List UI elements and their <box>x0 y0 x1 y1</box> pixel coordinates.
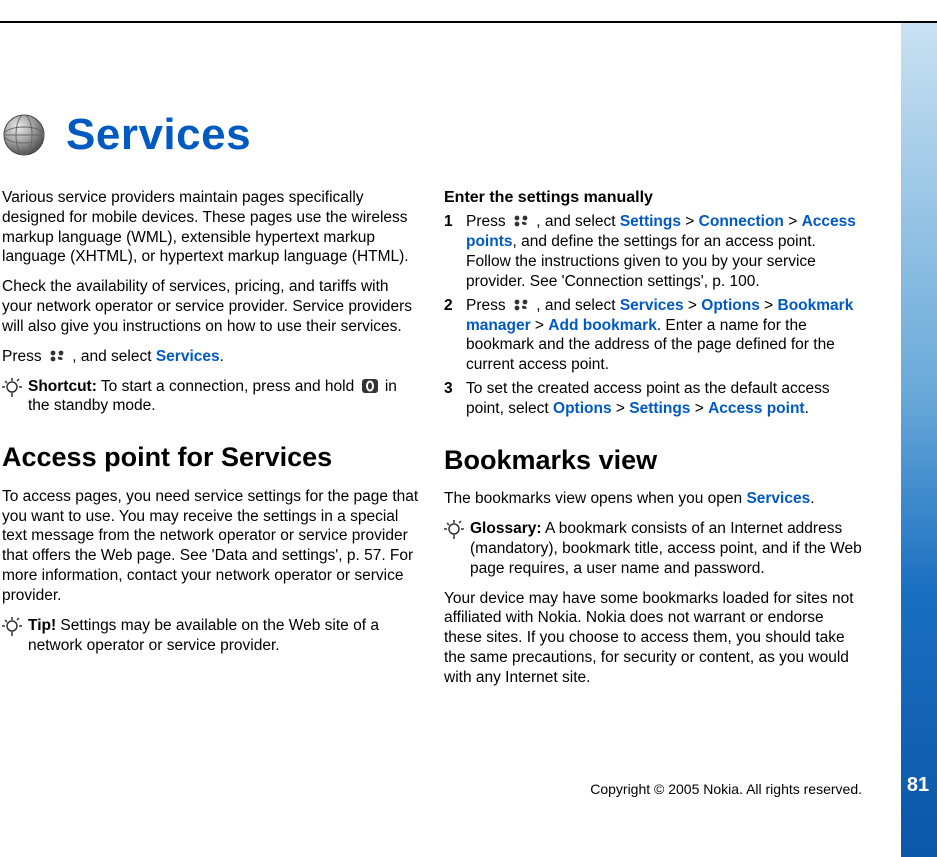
menu-key-icon <box>48 349 66 363</box>
intro-paragraph-2: Check the availability of services, pric… <box>2 277 420 336</box>
page: Services 81 Se <box>0 0 937 857</box>
access-paragraph: To access pages, you need service settin… <box>2 487 420 606</box>
settings-link: Settings <box>620 213 681 230</box>
services-link: Services <box>620 297 684 314</box>
step-2: 2 Press , and select Services > Options … <box>444 296 862 375</box>
text: Press <box>466 297 510 314</box>
manual-steps-list: 1 Press , and select Settings > Connecti… <box>444 212 862 418</box>
tip-label: Tip! <box>28 617 56 634</box>
press-instruction: Press , and select Services. <box>2 347 420 367</box>
body-columns: Various service providers maintain pages… <box>2 188 862 738</box>
text: . <box>810 490 814 507</box>
page-title: Services <box>66 110 251 160</box>
text: > <box>684 297 702 314</box>
text: The bookmarks view opens when you open <box>444 490 746 507</box>
shortcut-label: Shortcut: <box>28 378 97 395</box>
content: Services Various service providers maint… <box>2 110 862 738</box>
side-gradient <box>901 23 937 857</box>
shortcut-note: Shortcut: To start a connection, press a… <box>2 377 420 417</box>
side-tab-label: Services <box>933 100 937 188</box>
menu-key-icon <box>512 298 530 312</box>
tip-bulb-icon <box>2 617 22 637</box>
top-rule <box>0 21 937 23</box>
step-number: 1 <box>444 212 453 232</box>
heading-bookmarks-view: Bookmarks view <box>444 443 862 478</box>
heading-access-point: Access point for Services <box>2 440 420 475</box>
globe-icon <box>2 113 46 157</box>
options-link: Options <box>553 400 612 417</box>
text: . <box>805 400 809 417</box>
tip-bulb-icon <box>444 520 464 540</box>
bookmarks-warning: Your device may have some bookmarks load… <box>444 589 862 688</box>
text: > <box>531 317 549 334</box>
text: , and select <box>536 213 620 230</box>
step-number: 3 <box>444 379 453 399</box>
heading-manual-settings: Enter the settings manually <box>444 188 862 208</box>
text: , and select <box>536 297 620 314</box>
tip-bulb-icon <box>2 378 22 398</box>
text: > <box>690 400 708 417</box>
text: > <box>760 297 778 314</box>
text: Settings may be available on the Web sit… <box>28 617 379 654</box>
access-point-link: Access point <box>708 400 804 417</box>
settings-link: Settings <box>629 400 690 417</box>
text: Press <box>466 213 510 230</box>
services-link: Services <box>156 348 220 365</box>
services-link: Services <box>746 490 810 507</box>
tip-note: Tip! Settings may be available on the We… <box>2 616 420 656</box>
text: > <box>681 213 699 230</box>
text: , and select <box>72 348 156 365</box>
menu-key-icon <box>512 214 530 228</box>
step-3: 3 To set the created access point as the… <box>444 379 862 419</box>
text: > <box>612 400 630 417</box>
page-header: Services <box>2 110 862 160</box>
add-bookmark-link: Add bookmark <box>548 317 657 334</box>
step-number: 2 <box>444 296 453 316</box>
options-link: Options <box>701 297 760 314</box>
text: , and define the settings for an access … <box>466 233 816 290</box>
copyright-footer: Copyright © 2005 Nokia. All rights reser… <box>0 781 862 797</box>
step-1: 1 Press , and select Settings > Connecti… <box>444 212 862 291</box>
text: > <box>784 213 802 230</box>
intro-paragraph-1: Various service providers maintain pages… <box>2 188 420 267</box>
glossary-note: Glossary: A bookmark consists of an Inte… <box>444 519 862 578</box>
bookmarks-open-line: The bookmarks view opens when you open S… <box>444 489 862 509</box>
connection-link: Connection <box>699 213 784 230</box>
page-number: 81 <box>905 774 931 797</box>
glossary-label: Glossary: <box>470 520 542 537</box>
text: . <box>220 348 224 365</box>
text: Press <box>2 348 46 365</box>
text: To start a connection, press and hold <box>97 378 359 395</box>
zero-key-icon <box>361 378 379 394</box>
